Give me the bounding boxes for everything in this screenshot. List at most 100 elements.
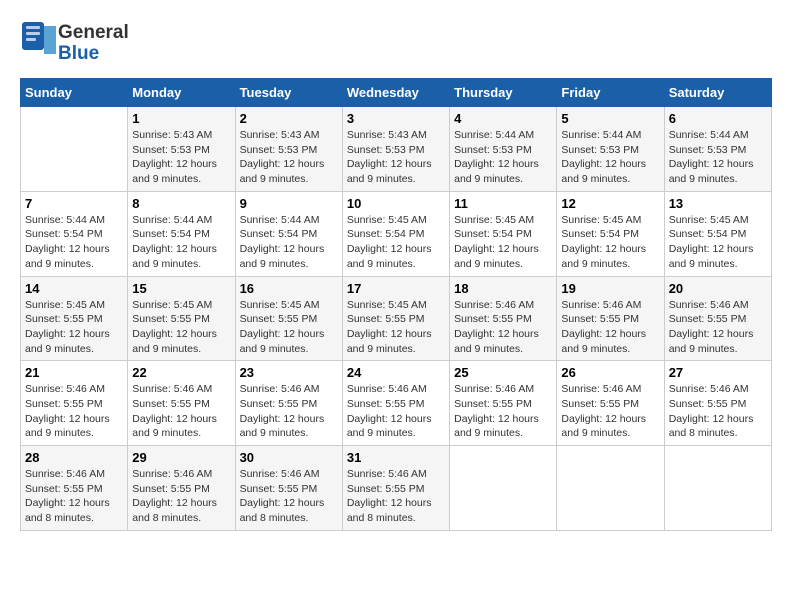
calendar-cell: 13 Sunrise: 5:45 AMSunset: 5:54 PMDayligh… xyxy=(664,191,771,276)
day-number: 10 xyxy=(347,196,445,211)
calendar-table: SundayMondayTuesdayWednesdayThursdayFrid… xyxy=(20,78,772,531)
calendar-cell: 15 Sunrise: 5:45 AMSunset: 5:55 PMDayligh… xyxy=(128,276,235,361)
calendar-cell: 19 Sunrise: 5:46 AMSunset: 5:55 PMDayligh… xyxy=(557,276,664,361)
day-number: 26 xyxy=(561,365,659,380)
day-number: 25 xyxy=(454,365,552,380)
calendar-cell: 28Sunrise: 5:46 AMSunset: 5:55 PMDayligh… xyxy=(21,446,128,531)
day-number: 20 xyxy=(669,281,767,296)
day-number: 5 xyxy=(561,111,659,126)
day-info: Sunrise: 5:45 AMSunset: 5:54 PMDaylight:… xyxy=(669,213,767,272)
calendar-cell: 17 Sunrise: 5:45 AMSunset: 5:55 PMDayligh… xyxy=(342,276,449,361)
calendar-week-2: 7 Sunrise: 5:44 AMSunset: 5:54 PMDaylight… xyxy=(21,191,772,276)
calendar-cell: 11 Sunrise: 5:45 AMSunset: 5:54 PMDayligh… xyxy=(450,191,557,276)
day-number: 7 xyxy=(25,196,123,211)
calendar-cell: 8 Sunrise: 5:44 AMSunset: 5:54 PMDaylight… xyxy=(128,191,235,276)
day-number: 15 xyxy=(132,281,230,296)
day-number: 29 xyxy=(132,450,230,465)
calendar-cell: 12 Sunrise: 5:45 AMSunset: 5:54 PMDayligh… xyxy=(557,191,664,276)
header-sunday: Sunday xyxy=(21,79,128,107)
day-number: 14 xyxy=(25,281,123,296)
day-info: Sunrise: 5:45 AMSunset: 5:55 PMDaylight:… xyxy=(132,298,230,357)
calendar-cell: 5 Sunrise: 5:44 AMSunset: 5:53 PMDaylight… xyxy=(557,107,664,192)
logo: General Blue xyxy=(20,20,129,68)
day-info: Sunrise: 5:46 AMSunset: 5:55 PMDaylight:… xyxy=(561,382,659,441)
calendar-week-3: 14 Sunrise: 5:45 AMSunset: 5:55 PMDayligh… xyxy=(21,276,772,361)
day-info: Sunrise: 5:46 AMSunset: 5:55 PMDaylight:… xyxy=(347,467,445,526)
calendar-cell xyxy=(450,446,557,531)
day-number: 18 xyxy=(454,281,552,296)
calendar-cell: 21Sunrise: 5:46 AMSunset: 5:55 PMDayligh… xyxy=(21,361,128,446)
day-number: 21 xyxy=(25,365,123,380)
day-info: Sunrise: 5:44 AMSunset: 5:54 PMDaylight:… xyxy=(25,213,123,272)
day-info: Sunrise: 5:46 AMSunset: 5:55 PMDaylight:… xyxy=(240,382,338,441)
day-info: Sunrise: 5:45 AMSunset: 5:54 PMDaylight:… xyxy=(454,213,552,272)
calendar-cell: 6 Sunrise: 5:44 AMSunset: 5:53 PMDaylight… xyxy=(664,107,771,192)
day-number: 12 xyxy=(561,196,659,211)
day-info: Sunrise: 5:44 AMSunset: 5:53 PMDaylight:… xyxy=(454,128,552,187)
day-number: 19 xyxy=(561,281,659,296)
day-number: 24 xyxy=(347,365,445,380)
day-info: Sunrise: 5:43 AMSunset: 5:53 PMDaylight:… xyxy=(347,128,445,187)
header-tuesday: Tuesday xyxy=(235,79,342,107)
day-info: Sunrise: 5:46 AMSunset: 5:55 PMDaylight:… xyxy=(347,382,445,441)
day-info: Sunrise: 5:46 AMSunset: 5:55 PMDaylight:… xyxy=(561,298,659,357)
day-info: Sunrise: 5:44 AMSunset: 5:53 PMDaylight:… xyxy=(561,128,659,187)
day-number: 30 xyxy=(240,450,338,465)
calendar-header-row: SundayMondayTuesdayWednesdayThursdayFrid… xyxy=(21,79,772,107)
calendar-cell: 26 Sunrise: 5:46 AMSunset: 5:55 PMDayligh… xyxy=(557,361,664,446)
calendar-cell: 3Sunrise: 5:43 AMSunset: 5:53 PMDaylight… xyxy=(342,107,449,192)
logo-text: General Blue xyxy=(58,23,129,65)
logo-icon xyxy=(20,20,58,68)
calendar-cell: 30 Sunrise: 5:46 AMSunset: 5:55 PMDayligh… xyxy=(235,446,342,531)
page-header: General Blue xyxy=(20,20,772,68)
day-info: Sunrise: 5:43 AMSunset: 5:53 PMDaylight:… xyxy=(240,128,338,187)
calendar-week-5: 28Sunrise: 5:46 AMSunset: 5:55 PMDayligh… xyxy=(21,446,772,531)
day-info: Sunrise: 5:45 AMSunset: 5:54 PMDaylight:… xyxy=(561,213,659,272)
day-info: Sunrise: 5:46 AMSunset: 5:55 PMDaylight:… xyxy=(132,467,230,526)
day-number: 2 xyxy=(240,111,338,126)
day-info: Sunrise: 5:44 AMSunset: 5:54 PMDaylight:… xyxy=(132,213,230,272)
day-info: Sunrise: 5:43 AMSunset: 5:53 PMDaylight:… xyxy=(132,128,230,187)
day-info: Sunrise: 5:45 AMSunset: 5:55 PMDaylight:… xyxy=(347,298,445,357)
calendar-cell: 18 Sunrise: 5:46 AMSunset: 5:55 PMDayligh… xyxy=(450,276,557,361)
day-number: 22 xyxy=(132,365,230,380)
header-friday: Friday xyxy=(557,79,664,107)
calendar-week-1: 1Sunrise: 5:43 AMSunset: 5:53 PMDaylight… xyxy=(21,107,772,192)
calendar-cell: 1Sunrise: 5:43 AMSunset: 5:53 PMDaylight… xyxy=(128,107,235,192)
calendar-cell: 31 Sunrise: 5:46 AMSunset: 5:55 PMDayligh… xyxy=(342,446,449,531)
day-info: Sunrise: 5:46 AMSunset: 5:55 PMDaylight:… xyxy=(240,467,338,526)
day-number: 9 xyxy=(240,196,338,211)
day-number: 31 xyxy=(347,450,445,465)
day-number: 17 xyxy=(347,281,445,296)
calendar-cell xyxy=(557,446,664,531)
day-info: Sunrise: 5:45 AMSunset: 5:55 PMDaylight:… xyxy=(240,298,338,357)
day-info: Sunrise: 5:46 AMSunset: 5:55 PMDaylight:… xyxy=(669,382,767,441)
day-info: Sunrise: 5:46 AMSunset: 5:55 PMDaylight:… xyxy=(454,382,552,441)
calendar-cell: 25 Sunrise: 5:46 AMSunset: 5:55 PMDayligh… xyxy=(450,361,557,446)
calendar-cell: 7 Sunrise: 5:44 AMSunset: 5:54 PMDaylight… xyxy=(21,191,128,276)
day-number: 6 xyxy=(669,111,767,126)
day-number: 13 xyxy=(669,196,767,211)
header-thursday: Thursday xyxy=(450,79,557,107)
calendar-cell: 9Sunrise: 5:44 AMSunset: 5:54 PMDaylight… xyxy=(235,191,342,276)
calendar-cell: 29 Sunrise: 5:46 AMSunset: 5:55 PMDayligh… xyxy=(128,446,235,531)
day-number: 11 xyxy=(454,196,552,211)
day-number: 16 xyxy=(240,281,338,296)
header-saturday: Saturday xyxy=(664,79,771,107)
day-info: Sunrise: 5:45 AMSunset: 5:55 PMDaylight:… xyxy=(25,298,123,357)
day-info: Sunrise: 5:44 AMSunset: 5:53 PMDaylight:… xyxy=(669,128,767,187)
calendar-cell: 2 Sunrise: 5:43 AMSunset: 5:53 PMDaylight… xyxy=(235,107,342,192)
calendar-cell xyxy=(664,446,771,531)
calendar-cell: 10Sunrise: 5:45 AMSunset: 5:54 PMDayligh… xyxy=(342,191,449,276)
calendar-cell: 23 Sunrise: 5:46 AMSunset: 5:55 PMDayligh… xyxy=(235,361,342,446)
calendar-cell: 4Sunrise: 5:44 AMSunset: 5:53 PMDaylight… xyxy=(450,107,557,192)
header-monday: Monday xyxy=(128,79,235,107)
day-info: Sunrise: 5:46 AMSunset: 5:55 PMDaylight:… xyxy=(454,298,552,357)
day-number: 27 xyxy=(669,365,767,380)
day-number: 23 xyxy=(240,365,338,380)
calendar-cell: 22Sunrise: 5:46 AMSunset: 5:55 PMDayligh… xyxy=(128,361,235,446)
calendar-cell xyxy=(21,107,128,192)
header-wednesday: Wednesday xyxy=(342,79,449,107)
day-number: 8 xyxy=(132,196,230,211)
calendar-cell: 14 Sunrise: 5:45 AMSunset: 5:55 PMDayligh… xyxy=(21,276,128,361)
